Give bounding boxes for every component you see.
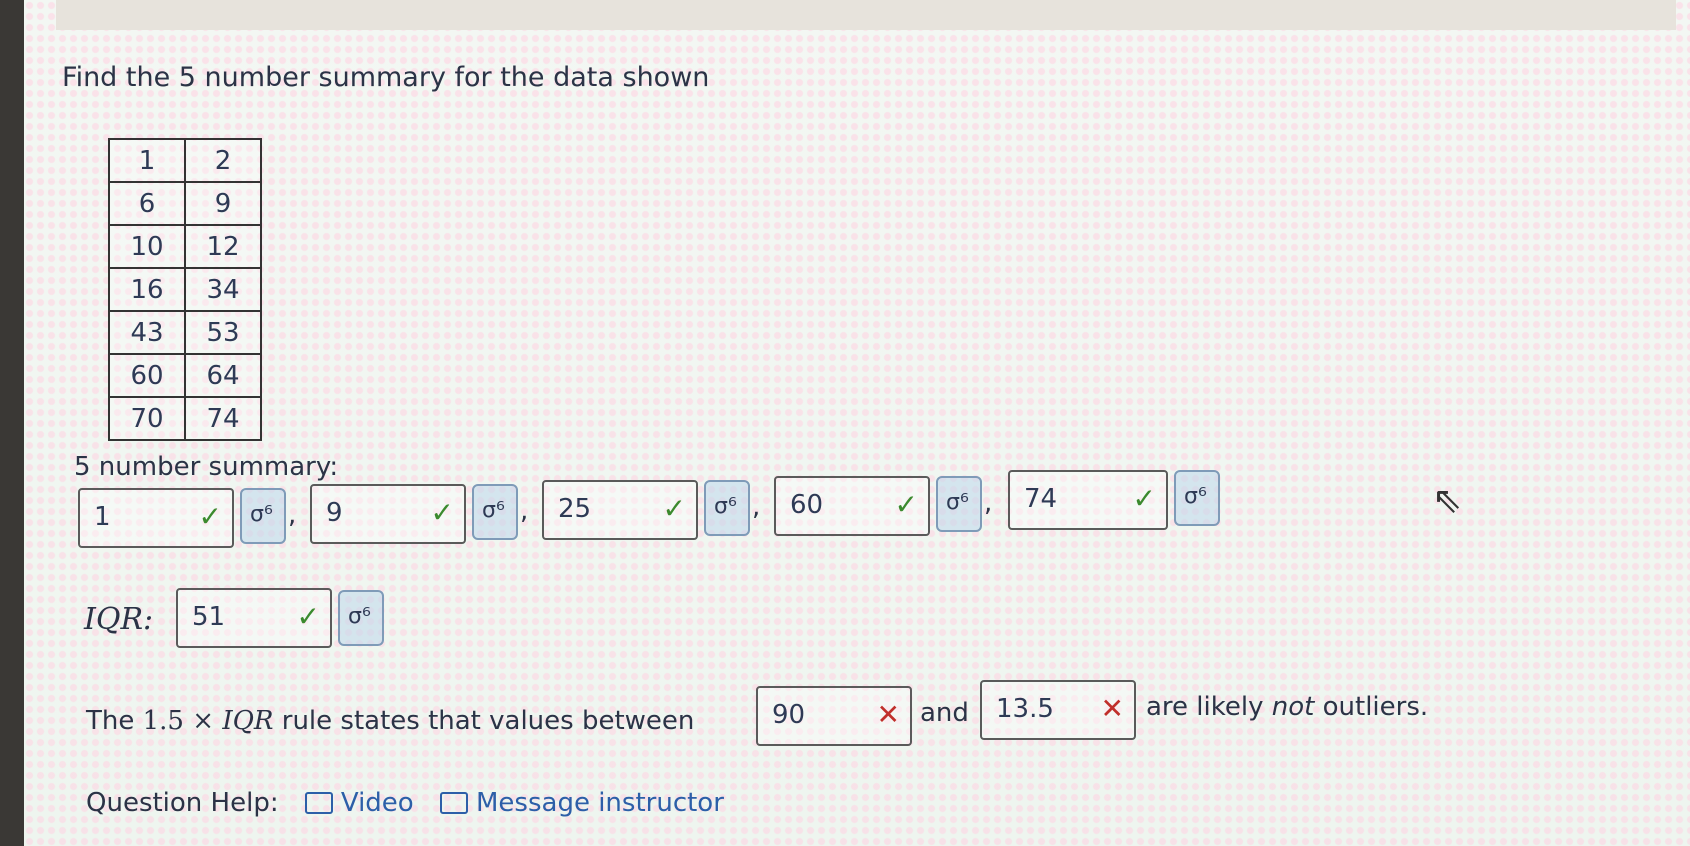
table-cell: 60 [108, 353, 186, 398]
table-row: 70 74 [108, 396, 262, 441]
check-icon: ✓ [894, 488, 918, 521]
table-row: 43 53 [108, 310, 262, 355]
table-cell: 2 [184, 138, 262, 183]
table-row: 60 64 [108, 353, 262, 398]
table-cell: 74 [184, 396, 262, 441]
key-button[interactable]: σ⁶ [936, 476, 982, 532]
help-label: Question Help: [86, 788, 279, 818]
answer-value: 25 [558, 494, 592, 524]
table-cell: 9 [184, 181, 262, 226]
answer-value: 60 [790, 490, 824, 520]
answer-value: 74 [1024, 484, 1058, 514]
iqr-label: IQR: [84, 602, 154, 637]
table-cell: 53 [184, 310, 262, 355]
key-button[interactable]: σ⁶ [338, 590, 384, 646]
table-row: 10 12 [108, 224, 262, 269]
comma-separator: , [288, 500, 297, 530]
message-link-label: Message instructor [475, 788, 724, 818]
table-cell: 10 [108, 224, 186, 269]
key-icon: σ⁶ [1184, 484, 1207, 509]
key-icon: σ⁶ [714, 494, 737, 519]
answer-value: 1 [94, 502, 111, 532]
summary-answer-5[interactable]: 74 ✓ [1008, 470, 1168, 530]
answer-value: 51 [192, 602, 226, 632]
summary-answer-3[interactable]: 25 ✓ [542, 480, 698, 540]
question-help: Question Help: Video Message instructor [86, 788, 724, 818]
table-row: 12 [108, 138, 262, 183]
rule-text-start: The 1.5 × IQR rule states that values be… [86, 706, 694, 736]
key-button[interactable]: σ⁶ [240, 488, 286, 544]
summary-answer-4[interactable]: 60 ✓ [774, 476, 930, 536]
table-cell: 70 [108, 396, 186, 441]
rule-pre-text: The [86, 706, 135, 736]
comma-separator: , [984, 488, 993, 518]
check-icon: ✓ [1132, 482, 1156, 515]
key-icon: σ⁶ [250, 502, 273, 527]
top-bar [56, 0, 1676, 30]
check-icon: ✓ [198, 500, 222, 533]
rule-mid-text: rule states that values between [281, 706, 695, 736]
check-icon: ✓ [296, 600, 320, 633]
video-link-label: Video [340, 788, 414, 818]
rule-post-text: are likely [1146, 692, 1264, 722]
answer-value: 90 [772, 700, 806, 730]
check-icon: ✓ [662, 492, 686, 525]
table-cell: 12 [184, 224, 262, 269]
question-prompt: Find the 5 number summary for the data s… [62, 62, 710, 93]
table-cell: 1 [108, 138, 186, 183]
rule-iqr-symbol: IQR [222, 706, 274, 736]
table-cell: 43 [108, 310, 186, 355]
rule-times: × [192, 706, 215, 736]
rule-answer-2[interactable]: 13.5 ✕ [980, 680, 1136, 740]
mail-icon [439, 792, 468, 814]
iqr-answer[interactable]: 51 ✓ [176, 588, 332, 648]
table-cell: 16 [108, 267, 186, 312]
summary-answer-2[interactable]: 9 ✓ [310, 484, 466, 544]
comma-separator: , [752, 492, 761, 522]
rule-and-text: and [920, 698, 969, 728]
left-edge [0, 0, 24, 846]
summary-label: 5 number summary: [74, 452, 339, 482]
key-icon: σ⁶ [482, 498, 505, 523]
message-instructor-link[interactable]: Message instructor [439, 788, 724, 818]
rule-text-end: are likely not outliers. [1146, 692, 1428, 722]
table-row: 69 [108, 181, 262, 226]
comma-separator: , [520, 496, 529, 526]
table-cell: 34 [184, 267, 262, 312]
key-button[interactable]: σ⁶ [472, 484, 518, 540]
key-icon: σ⁶ [946, 490, 969, 515]
x-icon: ✕ [1100, 692, 1124, 725]
key-button[interactable]: σ⁶ [1174, 470, 1220, 526]
x-icon: ✕ [876, 698, 900, 731]
rule-end-text: outliers. [1322, 692, 1429, 722]
rule-answer-1[interactable]: 90 ✕ [756, 686, 912, 746]
check-icon: ✓ [430, 496, 454, 529]
answer-value: 9 [326, 498, 343, 528]
answer-value: 13.5 [996, 694, 1054, 724]
video-icon [304, 792, 333, 814]
video-link[interactable]: Video [304, 788, 422, 818]
summary-answer-1[interactable]: 1 ✓ [78, 488, 234, 548]
table-cell: 6 [108, 181, 186, 226]
rule-not-text: not [1271, 692, 1315, 722]
data-table: 12 69 10 12 16 34 43 53 60 64 70 74 [108, 138, 262, 441]
table-cell: 64 [184, 353, 262, 398]
key-button[interactable]: σ⁶ [704, 480, 750, 536]
table-row: 16 34 [108, 267, 262, 312]
rule-factor: 1.5 [142, 706, 184, 736]
key-icon: σ⁶ [348, 604, 371, 629]
cursor-icon: ⇖ [1432, 480, 1463, 521]
